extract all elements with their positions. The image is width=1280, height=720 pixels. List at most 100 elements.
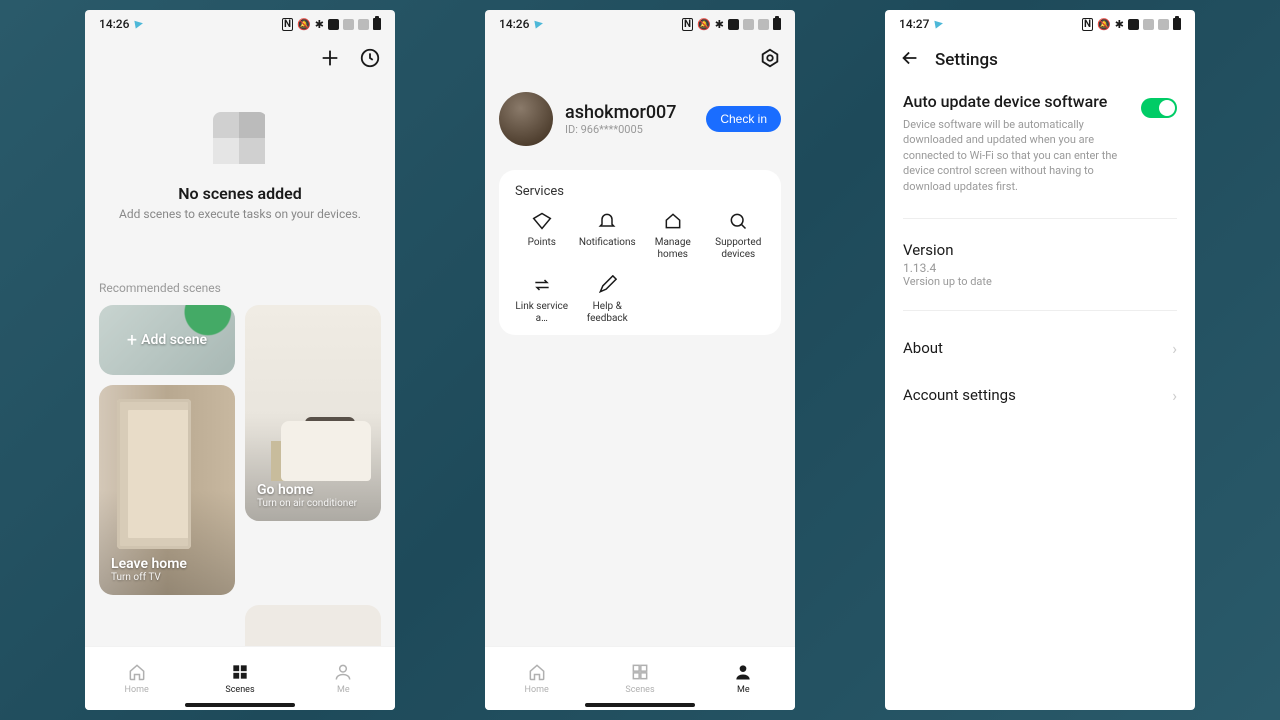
telegram-icon — [535, 19, 544, 28]
svc-notifications[interactable]: Notifications — [575, 211, 641, 261]
avatar[interactable] — [499, 92, 553, 146]
auto-update-toggle[interactable] — [1141, 98, 1177, 118]
svc-points-label: Points — [528, 237, 556, 249]
version-label: Version — [903, 241, 1177, 259]
add-icon[interactable] — [319, 47, 341, 73]
clock-time: 14:26 — [499, 17, 529, 31]
bluetooth-icon: ✱ — [315, 18, 324, 31]
checkin-button[interactable]: Check in — [706, 106, 781, 132]
nav-scenes-label: Scenes — [625, 685, 654, 695]
divider — [903, 218, 1177, 219]
dnd-icon: 🔕 — [297, 18, 311, 31]
nav-home[interactable]: Home — [85, 647, 188, 710]
gesture-bar — [185, 703, 295, 707]
version-row[interactable]: Version 1.13.4 Version up to date — [885, 233, 1195, 296]
chevron-right-icon: › — [1172, 339, 1177, 358]
empty-subtitle: Add scenes to execute tasks on your devi… — [85, 207, 395, 221]
settings-topbar: Settings — [885, 38, 1195, 82]
svc-link-service[interactable]: Link service a… — [509, 275, 575, 325]
scene-card-placeholder[interactable] — [245, 605, 381, 646]
username: ashokmor007 — [565, 102, 694, 123]
account-settings-label: Account settings — [903, 386, 1016, 404]
svc-notifications-label: Notifications — [579, 237, 636, 249]
plus-icon: + — [127, 330, 137, 351]
recommended-label: Recommended scenes — [85, 281, 395, 295]
clock-time: 14:27 — [899, 17, 929, 31]
services-grid: Points Notifications Manage homes Suppor… — [509, 211, 771, 325]
bottom-nav: Home Scenes Me — [85, 646, 395, 710]
nfc-icon: N — [282, 18, 293, 31]
add-scene-card[interactable]: + Add scene — [99, 305, 235, 375]
account-settings-row[interactable]: Account settings › — [885, 372, 1195, 419]
status-icons: N 🔕 ✱ — [682, 18, 781, 31]
status-icons: N 🔕 ✱ — [282, 18, 381, 31]
battery-icon — [373, 18, 381, 30]
wifi-icon — [1128, 19, 1139, 30]
wifi-icon — [728, 19, 739, 30]
settings-content: Auto update device software Device softw… — [885, 82, 1195, 710]
empty-state-icon — [213, 112, 267, 166]
divider — [903, 310, 1177, 311]
about-label: About — [903, 339, 943, 357]
services-title: Services — [509, 184, 771, 199]
status-bar: 14:26 N 🔕 ✱ — [85, 10, 395, 38]
empty-title: No scenes added — [85, 184, 395, 203]
svc-points[interactable]: Points — [509, 211, 575, 261]
nav-me-label: Me — [337, 685, 350, 695]
nfc-icon: N — [1082, 18, 1093, 31]
screen-me: 14:26 N 🔕 ✱ ashokmor007 ID: 966****0005 … — [485, 10, 795, 710]
status-bar: 14:26 N 🔕 ✱ — [485, 10, 795, 38]
bottom-nav: Home Scenes Me — [485, 646, 795, 710]
me-content: ashokmor007 ID: 966****0005 Check in Ser… — [485, 82, 795, 646]
settings-gear-icon[interactable] — [759, 47, 781, 73]
battery-icon — [1173, 18, 1181, 30]
scene-grid: + Add scene Go home Turn on air conditio… — [85, 305, 395, 646]
add-scene-label: Add scene — [141, 332, 207, 348]
svc-supported-devices-label: Supported devices — [706, 237, 772, 261]
back-icon[interactable] — [899, 47, 921, 73]
nav-home-label: Home — [125, 685, 149, 695]
auto-update-desc: Device software will be automatically do… — [903, 117, 1125, 194]
screen-settings: 14:27 N 🔕 ✱ Settings Auto update device … — [885, 10, 1195, 710]
signal-icon — [343, 19, 354, 30]
svc-help-feedback[interactable]: Help & feedback — [575, 275, 641, 325]
history-icon[interactable] — [359, 47, 381, 73]
nav-home-label: Home — [525, 685, 549, 695]
status-bar: 14:27 N 🔕 ✱ — [885, 10, 1195, 38]
nav-me[interactable]: Me — [292, 647, 395, 710]
chevron-right-icon: › — [1172, 386, 1177, 405]
about-row[interactable]: About › — [885, 325, 1195, 372]
services-card: Services Points Notifications Manage hom… — [499, 170, 781, 335]
svc-link-service-label: Link service a… — [509, 301, 575, 325]
leave-home-card[interactable]: Leave home Turn off TV — [99, 385, 235, 595]
battery-icon — [773, 18, 781, 30]
auto-update-row: Auto update device software Device softw… — [885, 82, 1195, 204]
go-home-card[interactable]: Go home Turn on air conditioner — [245, 305, 381, 521]
go-home-title: Go home — [257, 482, 369, 498]
go-home-sub: Turn on air conditioner — [257, 498, 369, 509]
top-actions — [485, 38, 795, 82]
leave-home-title: Leave home — [111, 556, 223, 572]
profile-row[interactable]: ashokmor007 ID: 966****0005 Check in — [485, 82, 795, 156]
nav-scenes[interactable]: Scenes — [588, 647, 691, 710]
version-status: Version up to date — [903, 275, 1177, 288]
dnd-icon: 🔕 — [697, 18, 711, 31]
signal2-icon — [1158, 19, 1169, 30]
nav-scenes[interactable]: Scenes — [188, 647, 291, 710]
wifi-icon — [328, 19, 339, 30]
status-icons: N 🔕 ✱ — [1082, 18, 1181, 31]
screen-scenes: 14:26 N 🔕 ✱ No scenes added Add scenes t… — [85, 10, 395, 710]
gesture-bar — [585, 703, 695, 707]
nav-me-label: Me — [737, 685, 750, 695]
page-title: Settings — [935, 50, 998, 70]
signal-icon — [743, 19, 754, 30]
auto-update-title: Auto update device software — [903, 92, 1125, 111]
signal2-icon — [758, 19, 769, 30]
dnd-icon: 🔕 — [1097, 18, 1111, 31]
svc-manage-homes[interactable]: Manage homes — [640, 211, 706, 261]
svc-supported-devices[interactable]: Supported devices — [706, 211, 772, 261]
top-actions — [85, 38, 395, 82]
svc-manage-homes-label: Manage homes — [640, 237, 706, 261]
nav-me[interactable]: Me — [692, 647, 795, 710]
nav-home[interactable]: Home — [485, 647, 588, 710]
